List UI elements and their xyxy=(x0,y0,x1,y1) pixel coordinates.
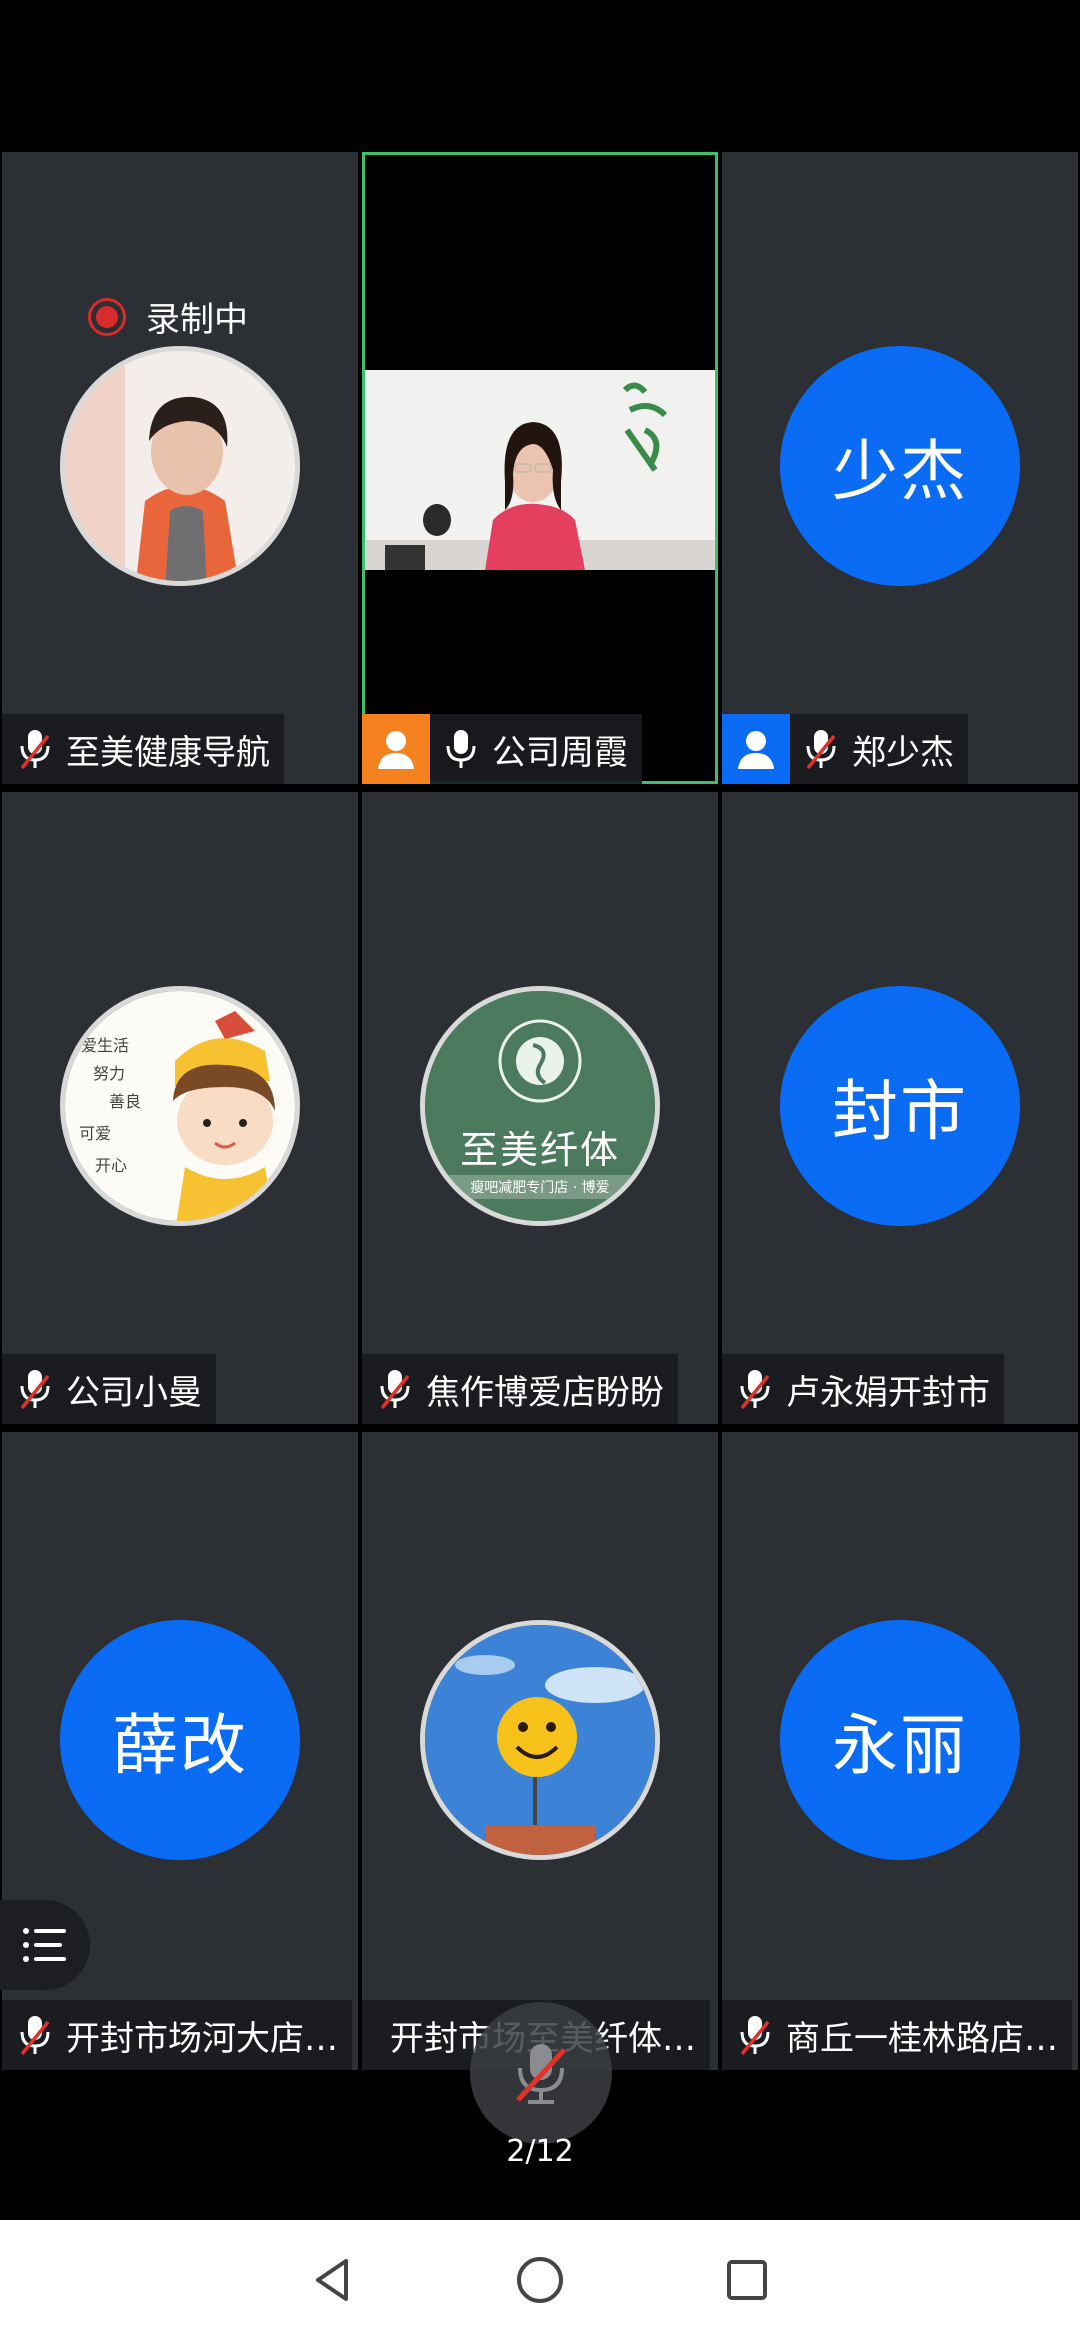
home-button[interactable] xyxy=(510,2250,570,2310)
name-bar: 公司小曼 xyxy=(2,1354,216,1424)
recording-indicator: 录制中 xyxy=(88,292,248,341)
mic-icon xyxy=(446,730,476,768)
person-photo-icon xyxy=(65,351,295,581)
participant-tile-8[interactable]: 开封市场至美纤体… xyxy=(362,1432,718,2070)
avatar-initials: 少杰 xyxy=(780,346,1020,586)
logo-brand-text: 至美纤体 xyxy=(459,1128,620,1172)
mic-muted-icon xyxy=(740,1370,770,1410)
participant-name: 卢永娟开封市 xyxy=(786,1372,990,1413)
video-grid: 录制中 至美健康导航 公司周霞 少杰 郑少杰 爱生活 努力 善良 可爱 开心 公… xyxy=(0,152,1080,2070)
name-bar: 焦作博爱店盼盼 xyxy=(362,1354,678,1424)
recording-label: 录制中 xyxy=(146,300,248,340)
top-bar xyxy=(0,0,1080,152)
user-icon xyxy=(378,731,414,769)
cartoon-girl-icon: 爱生活 努力 善良 可爱 开心 xyxy=(65,991,295,1221)
avatar-logo: 至美纤体 瘦吧减肥专门店 · 博爱 xyxy=(420,986,660,1226)
mic-muted-icon xyxy=(20,2016,50,2056)
video-frame-image xyxy=(365,370,715,570)
participant-tile-4[interactable]: 爱生活 努力 善良 可爱 开心 公司小曼 xyxy=(2,792,358,1424)
participant-name: 公司小曼 xyxy=(66,1372,202,1413)
video-stream xyxy=(365,370,715,570)
mic-muted-icon xyxy=(516,2044,566,2104)
svg-text:爱生活: 爱生活 xyxy=(81,1036,129,1055)
name-bar: 至美健康导航 xyxy=(2,714,284,784)
home-circle-icon xyxy=(516,2257,563,2303)
avatar-photo: 爱生活 努力 善良 可爱 开心 xyxy=(60,986,300,1226)
participant-tile-2[interactable]: 公司周霞 xyxy=(362,152,718,784)
participant-tile-9[interactable]: 永丽 商丘一桂林路店… xyxy=(722,1432,1078,2070)
avatar-initials: 封市 xyxy=(780,986,1020,1226)
list-icon xyxy=(23,1928,66,1962)
page-indicator: 2/12 xyxy=(506,2134,574,2169)
participant-tile-1[interactable]: 录制中 至美健康导航 xyxy=(2,152,358,784)
participant-name: 商丘一桂林路店… xyxy=(786,2018,1058,2059)
host-badge-icon xyxy=(362,714,430,784)
participant-name: 焦作博爱店盼盼 xyxy=(426,1372,664,1413)
name-bar: 开封市场河大店… xyxy=(2,2000,352,2070)
back-button[interactable] xyxy=(303,2250,363,2310)
name-bar: 公司周霞 xyxy=(362,714,642,784)
recents-square-icon xyxy=(726,2260,767,2300)
user-icon xyxy=(738,731,774,769)
svg-text:可爱: 可爱 xyxy=(79,1124,111,1143)
mic-muted-icon xyxy=(20,730,50,770)
mute-button[interactable] xyxy=(470,2002,612,2144)
avatar-initials: 永丽 xyxy=(780,1620,1020,1860)
mic-muted-icon xyxy=(740,2016,770,2056)
mic-muted-icon xyxy=(380,1370,410,1410)
avatar-photo xyxy=(60,346,300,586)
name-bar: 商丘一桂林路店… xyxy=(722,2000,1072,2070)
smiley-balloon-icon xyxy=(425,1625,655,1855)
avatar-initials: 薛改 xyxy=(60,1620,300,1860)
participant-name: 公司周霞 xyxy=(492,732,628,773)
participant-name: 开封市场河大店… xyxy=(66,2018,338,2059)
participant-tile-3[interactable]: 少杰 郑少杰 xyxy=(722,152,1078,784)
recents-button[interactable] xyxy=(717,2250,777,2310)
mic-muted-icon xyxy=(806,730,836,770)
mic-muted-icon xyxy=(20,1370,50,1410)
participant-tile-6[interactable]: 封市 卢永娟开封市 xyxy=(722,792,1078,1424)
svg-text:开心: 开心 xyxy=(95,1156,127,1175)
participant-tile-5[interactable]: 至美纤体 瘦吧减肥专门店 · 博爱 焦作博爱店盼盼 xyxy=(362,792,718,1424)
svg-text:善良: 善良 xyxy=(109,1092,141,1111)
logo-sub-text: 瘦吧减肥专门店 · 博爱 xyxy=(425,1175,655,1199)
host-badge-icon xyxy=(722,714,790,784)
avatar-photo xyxy=(420,1620,660,1860)
name-bar: 卢永娟开封市 xyxy=(722,1354,1004,1424)
system-nav-bar xyxy=(0,2220,1080,2340)
name-bar: 郑少杰 xyxy=(722,714,968,784)
participant-list-button[interactable] xyxy=(0,1900,90,1990)
svg-text:努力: 努力 xyxy=(93,1064,125,1083)
participant-name: 郑少杰 xyxy=(852,732,954,773)
back-triangle-icon xyxy=(316,2259,349,2301)
participant-name: 至美健康导航 xyxy=(66,732,270,773)
record-icon xyxy=(88,297,126,336)
